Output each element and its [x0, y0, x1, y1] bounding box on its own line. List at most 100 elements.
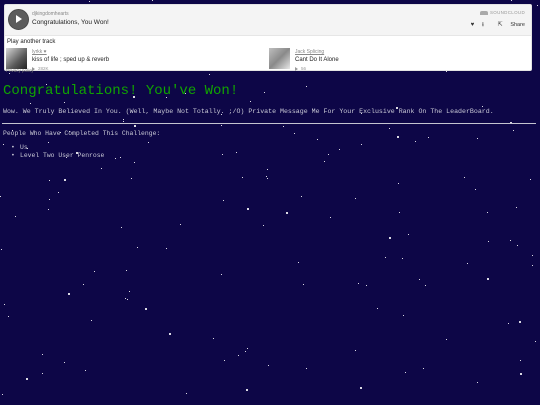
recommended-track-title[interactable]: kiss of life ; sped up & reverb — [32, 57, 109, 63]
play-count: 282K — [38, 66, 49, 71]
star — [166, 248, 167, 249]
star — [532, 255, 533, 256]
star — [402, 258, 403, 259]
star — [121, 227, 122, 228]
star — [303, 284, 304, 285]
star — [355, 350, 356, 351]
star — [306, 86, 307, 87]
star — [487, 212, 488, 213]
star — [385, 257, 386, 258]
star — [389, 128, 390, 129]
star — [123, 119, 124, 120]
track-artwork[interactable] — [6, 48, 27, 69]
star — [123, 121, 124, 122]
recommended-track-user[interactable]: Jack Splicing — [295, 49, 324, 55]
track-title[interactable]: Congratulations, You Won! — [32, 19, 109, 26]
star — [513, 130, 514, 131]
star — [83, 284, 84, 285]
star — [247, 348, 248, 349]
star — [532, 265, 533, 266]
star — [355, 198, 356, 199]
star — [399, 212, 400, 213]
star — [89, 1, 90, 2]
star — [419, 279, 420, 280]
privacy-policy-link[interactable]: Privacy policy — [6, 68, 34, 73]
star — [267, 178, 268, 179]
share-button[interactable]: ⇱ Share — [492, 22, 525, 28]
like-icon[interactable]: ♥ — [471, 22, 475, 28]
star — [397, 136, 399, 138]
star — [508, 323, 509, 324]
star — [134, 162, 135, 163]
play-count-icon — [295, 67, 298, 71]
recommended-track-user[interactable]: lyrkk ♥ — [32, 49, 47, 55]
star — [242, 177, 243, 178]
star — [1, 249, 2, 250]
list-item: Us — [11, 144, 104, 152]
star — [366, 285, 367, 286]
divider — [2, 123, 536, 124]
download-icon[interactable]: ⭳ — [482, 22, 484, 28]
star — [120, 157, 121, 158]
star — [250, 101, 251, 102]
star — [358, 283, 359, 284]
star — [0, 196, 1, 197]
play-button[interactable] — [8, 9, 29, 30]
star — [360, 387, 362, 389]
star — [180, 224, 181, 225]
share-icon: ⇱ — [497, 22, 503, 28]
star — [423, 368, 424, 369]
star — [247, 208, 249, 210]
star — [263, 225, 264, 226]
recommended-track[interactable]: lyrkk ♥ kiss of life ; sped up & reverb … — [6, 48, 261, 71]
recommended-track[interactable]: Jack Splicing Cant Do It Alone 56 — [269, 48, 524, 71]
star — [415, 141, 416, 142]
track-actions: ♥ ⭳ ⇱ Share — [465, 20, 525, 30]
star — [131, 178, 132, 179]
star — [15, 216, 16, 217]
star — [389, 237, 391, 239]
star — [64, 179, 66, 181]
star — [42, 373, 43, 374]
completed-label: People Who Have Completed This Challenge… — [3, 130, 161, 137]
soundcloud-player: djkingdomhearts Congratulations, You Won… — [4, 4, 532, 73]
star — [428, 137, 429, 138]
star — [42, 354, 43, 355]
star — [408, 234, 409, 235]
star — [339, 149, 340, 150]
star — [48, 209, 49, 210]
star — [301, 196, 302, 197]
star — [49, 199, 50, 200]
star — [519, 321, 521, 323]
track-artwork[interactable] — [269, 48, 290, 69]
star — [516, 207, 517, 208]
star — [520, 360, 521, 361]
star — [510, 240, 511, 241]
star — [186, 393, 187, 394]
star — [26, 378, 28, 380]
star — [306, 368, 307, 369]
star — [126, 270, 127, 271]
soundcloud-logo[interactable]: SOUNDCLOUD — [479, 10, 525, 15]
star — [361, 144, 362, 145]
star — [520, 373, 522, 375]
star — [464, 177, 465, 178]
star — [223, 200, 224, 201]
star — [264, 92, 265, 93]
star — [245, 351, 246, 352]
star — [298, 262, 299, 263]
star — [398, 183, 399, 184]
uploader-link[interactable]: djkingdomhearts — [32, 11, 69, 17]
star — [64, 102, 65, 103]
player-header: djkingdomhearts Congratulations, You Won… — [5, 5, 531, 36]
star — [4, 304, 5, 305]
star — [517, 245, 518, 246]
star — [209, 74, 210, 75]
soundcloud-cloud-icon — [479, 11, 488, 15]
star — [48, 142, 49, 143]
star — [134, 125, 136, 127]
star — [286, 212, 288, 214]
star — [294, 133, 295, 134]
star — [148, 142, 149, 143]
recommended-track-title[interactable]: Cant Do It Alone — [295, 57, 339, 63]
